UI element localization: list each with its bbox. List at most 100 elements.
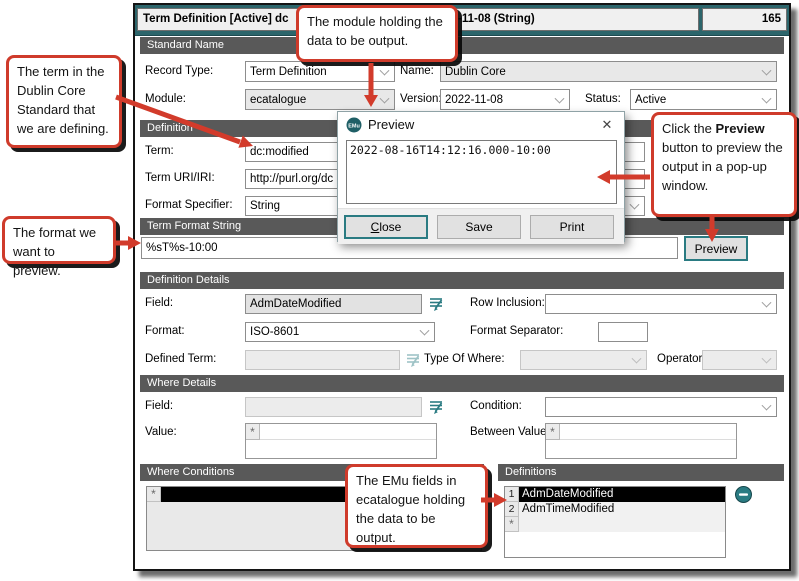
callout-module: The module holding the data to be output… [296,5,458,62]
window-title-left: Term Definition [Active] dc [143,9,288,30]
format-specifier-label: Format Specifier: [145,199,233,211]
between-value-grid-new-row-marker: * [546,424,560,440]
save-button-label: Save [465,220,492,234]
dd-format-label: Format: [145,325,185,337]
emu-logo-icon: EMu [346,117,362,133]
definitions-row[interactable]: 2 AdmTimeModified [505,502,725,517]
between-value-grid-row-divider [560,439,736,440]
chevron-down-icon [762,93,772,103]
preview-dialog: EMu Preview ✕ 2022-08-16T14:12:16.000-10… [337,111,625,242]
format-separator-label: Format Separator: [470,325,563,337]
callout-format: The format we want to preview. [2,216,116,264]
module-select[interactable]: ecatalogue [245,89,395,110]
record-type-label: Record Type: [145,65,213,77]
close-button-label: Close [371,220,402,234]
callout-preview-text: button to preview the output in a pop-up… [662,140,783,193]
preview-button[interactable]: Preview [684,236,748,261]
operator-select [702,350,777,370]
type-of-where-select [520,350,647,370]
format-separator-input[interactable] [598,322,648,342]
module-label: Module: [145,93,186,105]
dd-field-label: Field: [145,297,173,309]
callout-preview-bold: Preview [715,121,764,136]
name-label: Name: [400,65,434,77]
between-value-grid[interactable]: * [545,423,737,459]
operator-label: Operator: [657,353,706,365]
window-titlebar: Term Definition [Active] dc -11-08 (Stri… [135,5,789,36]
screenshot-canvas: Term Definition [Active] dc -11-08 (Stri… [0,0,799,581]
preview-output-textarea[interactable]: 2022-08-16T14:12:16.000-10:00 [346,140,617,204]
defined-term-lookup-icon [404,352,422,368]
condition-select[interactable] [545,397,777,417]
close-button[interactable]: Close [344,215,428,239]
value-label: Value: [145,426,177,438]
preview-button-label: Preview [695,242,738,256]
callout-format-text: The format we want to preview. [13,225,96,278]
defined-term-input [245,350,400,370]
chevron-down-icon [630,200,640,210]
chevron-down-icon [420,326,430,336]
callout-module-text: The module holding the data to be output… [307,14,443,48]
name-select[interactable]: Dublin Core [440,61,777,82]
name-value: Dublin Core [445,66,506,78]
version-value: 2022-11-08 [445,94,503,106]
between-value-label: Between Value: [470,426,550,438]
type-of-where-label: Type Of Where: [424,353,505,365]
remove-row-button[interactable] [735,486,752,503]
value-grid-row-divider [260,439,436,440]
callout-preview: Click the Preview button to preview the … [651,112,797,217]
definition-field-name: AdmDateModified [519,487,725,502]
dd-field-input[interactable]: AdmDateModified [245,294,422,314]
chevron-down-icon [632,354,642,364]
version-select[interactable]: 2022-11-08 [440,89,570,110]
callout-preview-text: Click the [662,121,715,136]
definition-field-name [519,517,725,532]
term-value: dc:modified [250,146,309,158]
save-button[interactable]: Save [437,215,521,239]
wd-field-input [245,397,422,417]
term-format-string-value: %sT%s-10:00 [146,242,218,254]
section-header-definition-details: Definition Details [140,272,784,289]
chevron-down-icon [762,401,772,411]
row-inclusion-select[interactable] [545,294,777,314]
close-icon[interactable]: ✕ [598,116,616,134]
module-value: ecatalogue [250,94,306,106]
chevron-down-icon [380,65,390,75]
section-header-where-details: Where Details [140,375,784,392]
dd-format-value: ISO-8601 [250,326,299,338]
row-number: 2 [505,502,519,517]
value-grid-new-row-marker: * [246,424,260,440]
definitions-row[interactable]: * [505,517,725,532]
chevron-down-icon [380,93,390,103]
defined-term-label: Defined Term: [145,353,216,365]
row-number: * [505,517,519,532]
section-header-standard-name: Standard Name [140,37,784,54]
term-uri-value: http://purl.org/dc [250,173,333,185]
wc-new-row-marker: * [147,487,161,502]
field-lookup-icon[interactable] [427,296,445,312]
record-type-value: Term Definition [250,66,327,78]
callout-term-text: The term in the Dublin Core Standard tha… [17,64,109,136]
status-label: Status: [585,93,621,105]
chevron-down-icon [762,354,772,364]
format-specifier-value: String [250,200,280,212]
status-value: Active [635,94,666,106]
value-grid[interactable]: * [245,423,437,459]
definitions-row[interactable]: 1 AdmDateModified [505,487,725,502]
term-label: Term: [145,145,174,157]
dd-format-select[interactable]: ISO-8601 [245,322,435,342]
wd-field-label: Field: [145,400,173,412]
chevron-down-icon [555,93,565,103]
print-button-label: Print [560,220,585,234]
definitions-grid[interactable]: 1 AdmDateModified 2 AdmTimeModified * [504,486,726,558]
status-select[interactable]: Active [630,89,777,110]
row-number: 1 [505,487,519,502]
chevron-down-icon [762,298,772,308]
dialog-title: Preview [368,117,414,132]
record-type-select[interactable]: Term Definition [245,61,395,82]
wd-field-lookup-icon[interactable] [427,399,445,415]
row-inclusion-label: Row Inclusion: [470,297,545,309]
dd-field-value: AdmDateModified [250,298,341,310]
print-button[interactable]: Print [530,215,614,239]
chevron-down-icon [762,65,772,75]
